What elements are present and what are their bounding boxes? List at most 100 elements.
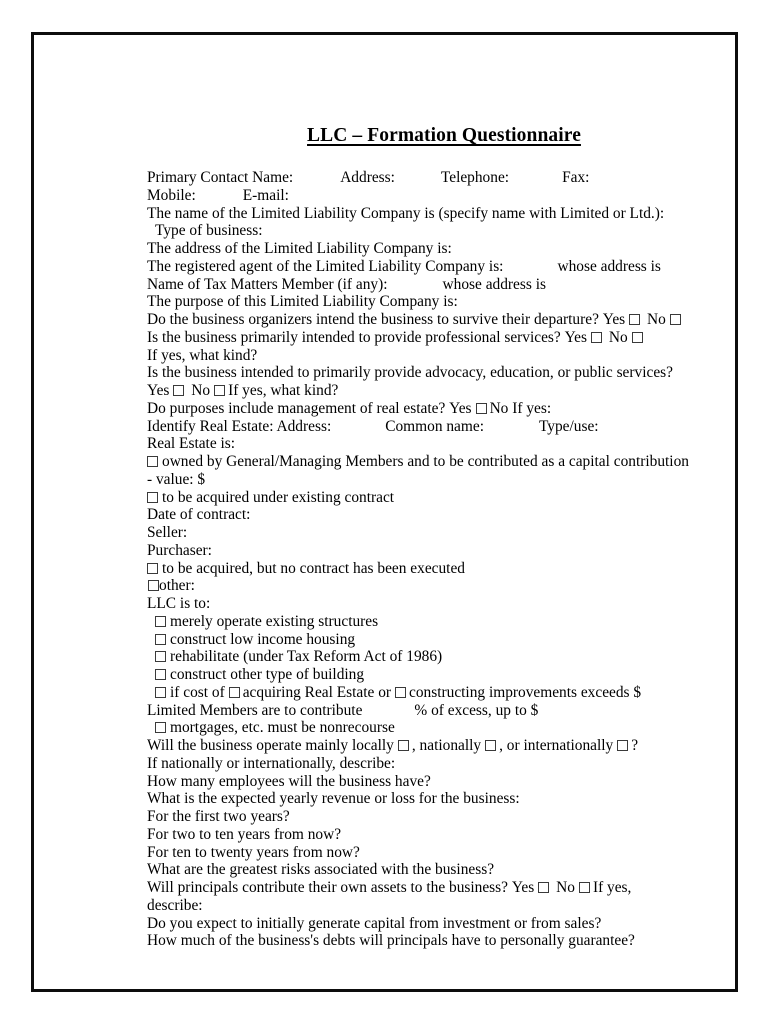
checkbox-principals-no[interactable] bbox=[578, 882, 590, 893]
no-label: No bbox=[556, 879, 575, 896]
common-name-label: Common name: bbox=[385, 417, 484, 435]
purchaser-line: Purchaser: bbox=[147, 541, 212, 559]
checkbox-advocacy-yes[interactable] bbox=[173, 385, 185, 396]
checkbox-constructing-improvements[interactable] bbox=[395, 686, 407, 698]
page-border: LLC – Formation Questionnaire Primary Co… bbox=[31, 32, 738, 992]
checkbox-mortgages-nonrecourse[interactable] bbox=[155, 722, 166, 734]
owned-by-members-label: owned by General/Managing Members and to… bbox=[162, 453, 689, 470]
principals-contribute-line: Will principals contribute their own ass… bbox=[147, 879, 727, 897]
registered-agent-label: The registered agent of the Limited Liab… bbox=[147, 257, 504, 275]
two-to-ten-years-line: For two to ten years from now? bbox=[147, 825, 342, 843]
survive-departure-label: Do the business organizers intend the bu… bbox=[147, 311, 599, 328]
fax-label: Fax: bbox=[562, 169, 590, 186]
mobile-label: Mobile: bbox=[147, 186, 196, 204]
registered-agent-address-label: whose address is bbox=[557, 257, 661, 275]
company-name-line: The name of the Limited Liability Compan… bbox=[147, 204, 665, 222]
construct-other-label: construct other type of building bbox=[170, 666, 365, 683]
checkbox-real-estate-yes[interactable] bbox=[475, 402, 487, 414]
checkbox-acquired-no-contract[interactable] bbox=[147, 562, 158, 574]
low-income-housing-line: construct low income housing bbox=[147, 631, 727, 649]
no-label: No bbox=[608, 328, 628, 346]
describe-line: describe: bbox=[147, 896, 203, 914]
merely-operate-label: merely operate existing structures bbox=[170, 612, 379, 630]
rehabilitate-label: rehabilitate (under Tax Reform Act of 19… bbox=[170, 648, 443, 666]
acquired-no-contract-line: to be acquired, but no contract has been… bbox=[147, 560, 727, 578]
nationally-label: , nationally bbox=[411, 737, 482, 754]
primary-contact-label: Primary Contact Name: bbox=[147, 169, 294, 186]
email-label: E-mail: bbox=[242, 186, 289, 204]
checkbox-other[interactable] bbox=[148, 580, 159, 592]
checkbox-principals-yes[interactable] bbox=[538, 882, 550, 893]
professional-services-label: Is the business primarily intended to pr… bbox=[147, 328, 561, 346]
if-yes-comma-label: If yes, bbox=[592, 879, 632, 896]
question-mark: ? bbox=[631, 737, 639, 754]
company-address-line: The address of the Limited Liability Com… bbox=[147, 240, 452, 257]
real-estate-management-label: Do purposes include management of real e… bbox=[147, 399, 446, 417]
mortgages-nonrecourse-line: mortgages, etc. must be nonrecourse bbox=[147, 719, 727, 737]
first-two-years-line: For the first two years? bbox=[147, 808, 290, 825]
checkbox-advocacy-no[interactable] bbox=[214, 385, 226, 396]
percent-of-excess-label: % of excess, up to $ bbox=[414, 701, 539, 719]
type-of-business-line: Type of business: bbox=[155, 222, 263, 240]
checkbox-survive-no[interactable] bbox=[669, 314, 681, 325]
professional-services-line: Is the business primarily intended to pr… bbox=[147, 329, 727, 347]
other-label: other: bbox=[159, 577, 195, 595]
identify-real-estate-line: Identify Real Estate: Address: Common nam… bbox=[147, 418, 727, 436]
checkbox-rehabilitate[interactable] bbox=[155, 651, 166, 663]
identify-real-estate-label: Identify Real Estate: Address: bbox=[147, 417, 332, 435]
principals-contribute-label: Will principals contribute their own ass… bbox=[147, 879, 508, 896]
other-line: other: bbox=[147, 577, 727, 595]
contact-line-2: Mobile: E-mail: bbox=[147, 187, 727, 205]
initially-generate-capital-line: Do you expect to initially generate capi… bbox=[147, 914, 602, 932]
checkbox-if-cost-of[interactable] bbox=[155, 686, 166, 698]
if-nationally-describe-line: If nationally or internationally, descri… bbox=[147, 754, 396, 772]
checkbox-low-income-housing[interactable] bbox=[155, 633, 166, 645]
checkbox-professional-no[interactable] bbox=[631, 331, 643, 343]
checkbox-construct-other[interactable] bbox=[155, 669, 166, 680]
checkbox-survive-yes[interactable] bbox=[629, 314, 641, 325]
professional-if-yes-line: If yes, what kind? bbox=[147, 346, 258, 364]
document-body: LLC – Formation Questionnaire Primary Co… bbox=[147, 125, 727, 950]
tax-matters-address-label: whose address is bbox=[442, 275, 546, 293]
constructing-improvements-label: constructing improvements exceeds $ bbox=[409, 683, 642, 701]
page-title: LLC – Formation Questionnaire bbox=[147, 125, 727, 147]
or-internationally-label: , or internationally bbox=[499, 737, 614, 754]
seller-line: Seller: bbox=[147, 524, 188, 541]
no-label: No bbox=[647, 311, 666, 328]
rehabilitate-line: rehabilitate (under Tax Reform Act of 19… bbox=[147, 648, 727, 666]
real-estate-management-line: Do purposes include management of real e… bbox=[147, 400, 727, 418]
tax-matters-member-line: Name of Tax Matters Member (if any): whos… bbox=[147, 276, 727, 294]
llc-is-to-line: LLC is to: bbox=[147, 595, 211, 612]
checkbox-merely-operate[interactable] bbox=[155, 615, 166, 627]
checkbox-acquired-existing-contract[interactable] bbox=[147, 491, 158, 503]
yes-label: Yes bbox=[449, 399, 472, 417]
advocacy-answer-line: Yes No If yes, what kind? bbox=[147, 382, 727, 400]
construct-other-line: construct other type of building bbox=[147, 666, 727, 684]
checkbox-owned-by-members[interactable] bbox=[147, 456, 158, 467]
checkbox-nationally[interactable] bbox=[485, 740, 497, 751]
real-estate-if-yes-label: No If yes: bbox=[489, 399, 552, 417]
yes-label: Yes bbox=[511, 879, 535, 896]
how-many-employees-line: How many employees will the business hav… bbox=[147, 772, 431, 790]
page-title-text: LLC – Formation Questionnaire bbox=[307, 125, 581, 146]
operate-scope-line: Will the business operate mainly locally… bbox=[147, 737, 727, 755]
expected-revenue-line: What is the expected yearly revenue or l… bbox=[147, 790, 520, 808]
no-label: No bbox=[191, 382, 211, 399]
yes-label: Yes bbox=[564, 328, 588, 346]
if-cost-of-line: if cost of acquiring Real Estate or constr… bbox=[147, 684, 727, 702]
checkbox-acquiring-real-estate[interactable] bbox=[228, 686, 240, 698]
advocacy-if-yes-label: If yes, what kind? bbox=[228, 382, 339, 399]
limited-members-contribute-label: Limited Members are to contribute bbox=[147, 701, 363, 719]
greatest-risks-line: What are the greatest risks associated w… bbox=[147, 861, 495, 879]
advocacy-services-line: Is the business intended to primarily pr… bbox=[147, 364, 673, 382]
checkbox-locally[interactable] bbox=[397, 740, 409, 751]
registered-agent-line: The registered agent of the Limited Liab… bbox=[147, 258, 727, 276]
operate-mainly-locally-label: Will the business operate mainly locally bbox=[147, 737, 394, 754]
checkbox-professional-yes[interactable] bbox=[591, 331, 603, 343]
limited-members-contribute-line: Limited Members are to contribute % of ex… bbox=[147, 702, 727, 720]
acquired-no-contract-label: to be acquired, but no contract has been… bbox=[162, 559, 465, 577]
telephone-label: Telephone: bbox=[440, 169, 510, 186]
checkbox-internationally[interactable] bbox=[617, 740, 629, 751]
type-use-label: Type/use: bbox=[538, 417, 599, 435]
acquiring-real-estate-label: acquiring Real Estate or bbox=[242, 683, 392, 701]
